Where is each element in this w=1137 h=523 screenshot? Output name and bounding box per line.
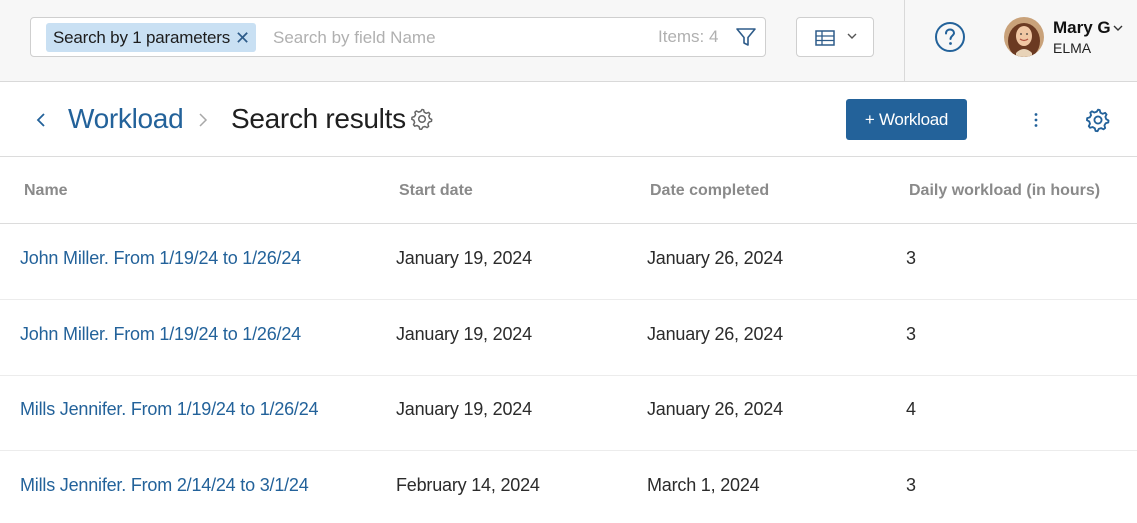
view-mode-button[interactable]	[796, 17, 874, 57]
gear-icon[interactable]	[410, 107, 434, 131]
table-row[interactable]: Mills Jennifer. From 1/19/24 to 1/26/24 …	[0, 375, 1137, 451]
user-name[interactable]: Mary G	[1053, 18, 1111, 38]
chevron-right-icon	[199, 113, 208, 127]
row-daily-hours: 3	[906, 324, 916, 344]
column-header-date-completed[interactable]: Date completed	[650, 182, 769, 200]
table-row[interactable]: Mills Jennifer. From 2/14/24 to 3/1/24 F…	[0, 451, 1137, 523]
breadcrumb-workload-link[interactable]: Workload	[68, 103, 184, 135]
add-workload-button[interactable]: + Workload	[846, 99, 967, 140]
chevron-down-icon	[847, 33, 857, 39]
close-icon[interactable]: ✕	[235, 29, 250, 47]
table-row[interactable]: John Miller. From 1/19/24 to 1/26/24 Jan…	[0, 224, 1137, 300]
row-date-completed: January 26, 2024	[647, 324, 783, 344]
divider	[904, 0, 905, 82]
row-date-completed: March 1, 2024	[647, 475, 760, 495]
top-bar: Search by 1 parameters ✕ Items: 4	[0, 0, 1137, 82]
row-daily-hours: 3	[906, 248, 916, 268]
search-box[interactable]: Search by 1 parameters ✕ Items: 4	[30, 17, 766, 57]
filter-icon[interactable]	[735, 26, 757, 48]
page-title: Search results	[231, 103, 406, 134]
chevron-left-icon[interactable]	[33, 111, 49, 129]
row-date-completed: January 26, 2024	[647, 248, 783, 268]
column-header-daily-workload[interactable]: Daily workload (in hours)	[909, 182, 1100, 200]
table-header: Name Start date Date completed Daily wor…	[0, 158, 1137, 224]
row-start-date: January 19, 2024	[396, 248, 532, 268]
title-bar: Workload Search results + Workload	[0, 82, 1137, 157]
table-view-icon	[815, 30, 835, 46]
table-row[interactable]: John Miller. From 1/19/24 to 1/26/24 Jan…	[0, 300, 1137, 376]
search-parameters-chip[interactable]: Search by 1 parameters ✕	[46, 23, 256, 52]
row-name-link[interactable]: Mills Jennifer. From 1/19/24 to 1/26/24	[20, 399, 319, 420]
row-date-completed: January 26, 2024	[647, 399, 783, 419]
help-circle-icon[interactable]	[934, 21, 966, 53]
row-daily-hours: 3	[906, 475, 916, 495]
search-input[interactable]	[273, 26, 633, 50]
more-vertical-icon[interactable]	[1027, 110, 1045, 130]
column-header-start-date[interactable]: Start date	[399, 182, 473, 200]
row-name-link[interactable]: John Miller. From 1/19/24 to 1/26/24	[20, 324, 301, 345]
avatar[interactable]	[1004, 17, 1044, 57]
row-start-date: January 19, 2024	[396, 399, 532, 419]
column-header-name[interactable]: Name	[24, 182, 68, 200]
chevron-down-icon[interactable]	[1111, 21, 1125, 35]
chip-label: Search by 1 parameters	[53, 27, 231, 47]
row-name-link[interactable]: Mills Jennifer. From 2/14/24 to 3/1/24	[20, 475, 309, 496]
row-start-date: January 19, 2024	[396, 324, 532, 344]
user-company: ELMA	[1053, 40, 1092, 56]
settings-gear-icon[interactable]	[1085, 107, 1111, 133]
items-count: Items: 4	[658, 27, 719, 46]
row-start-date: February 14, 2024	[396, 475, 540, 495]
row-daily-hours: 4	[906, 399, 916, 419]
row-name-link[interactable]: John Miller. From 1/19/24 to 1/26/24	[20, 248, 301, 269]
